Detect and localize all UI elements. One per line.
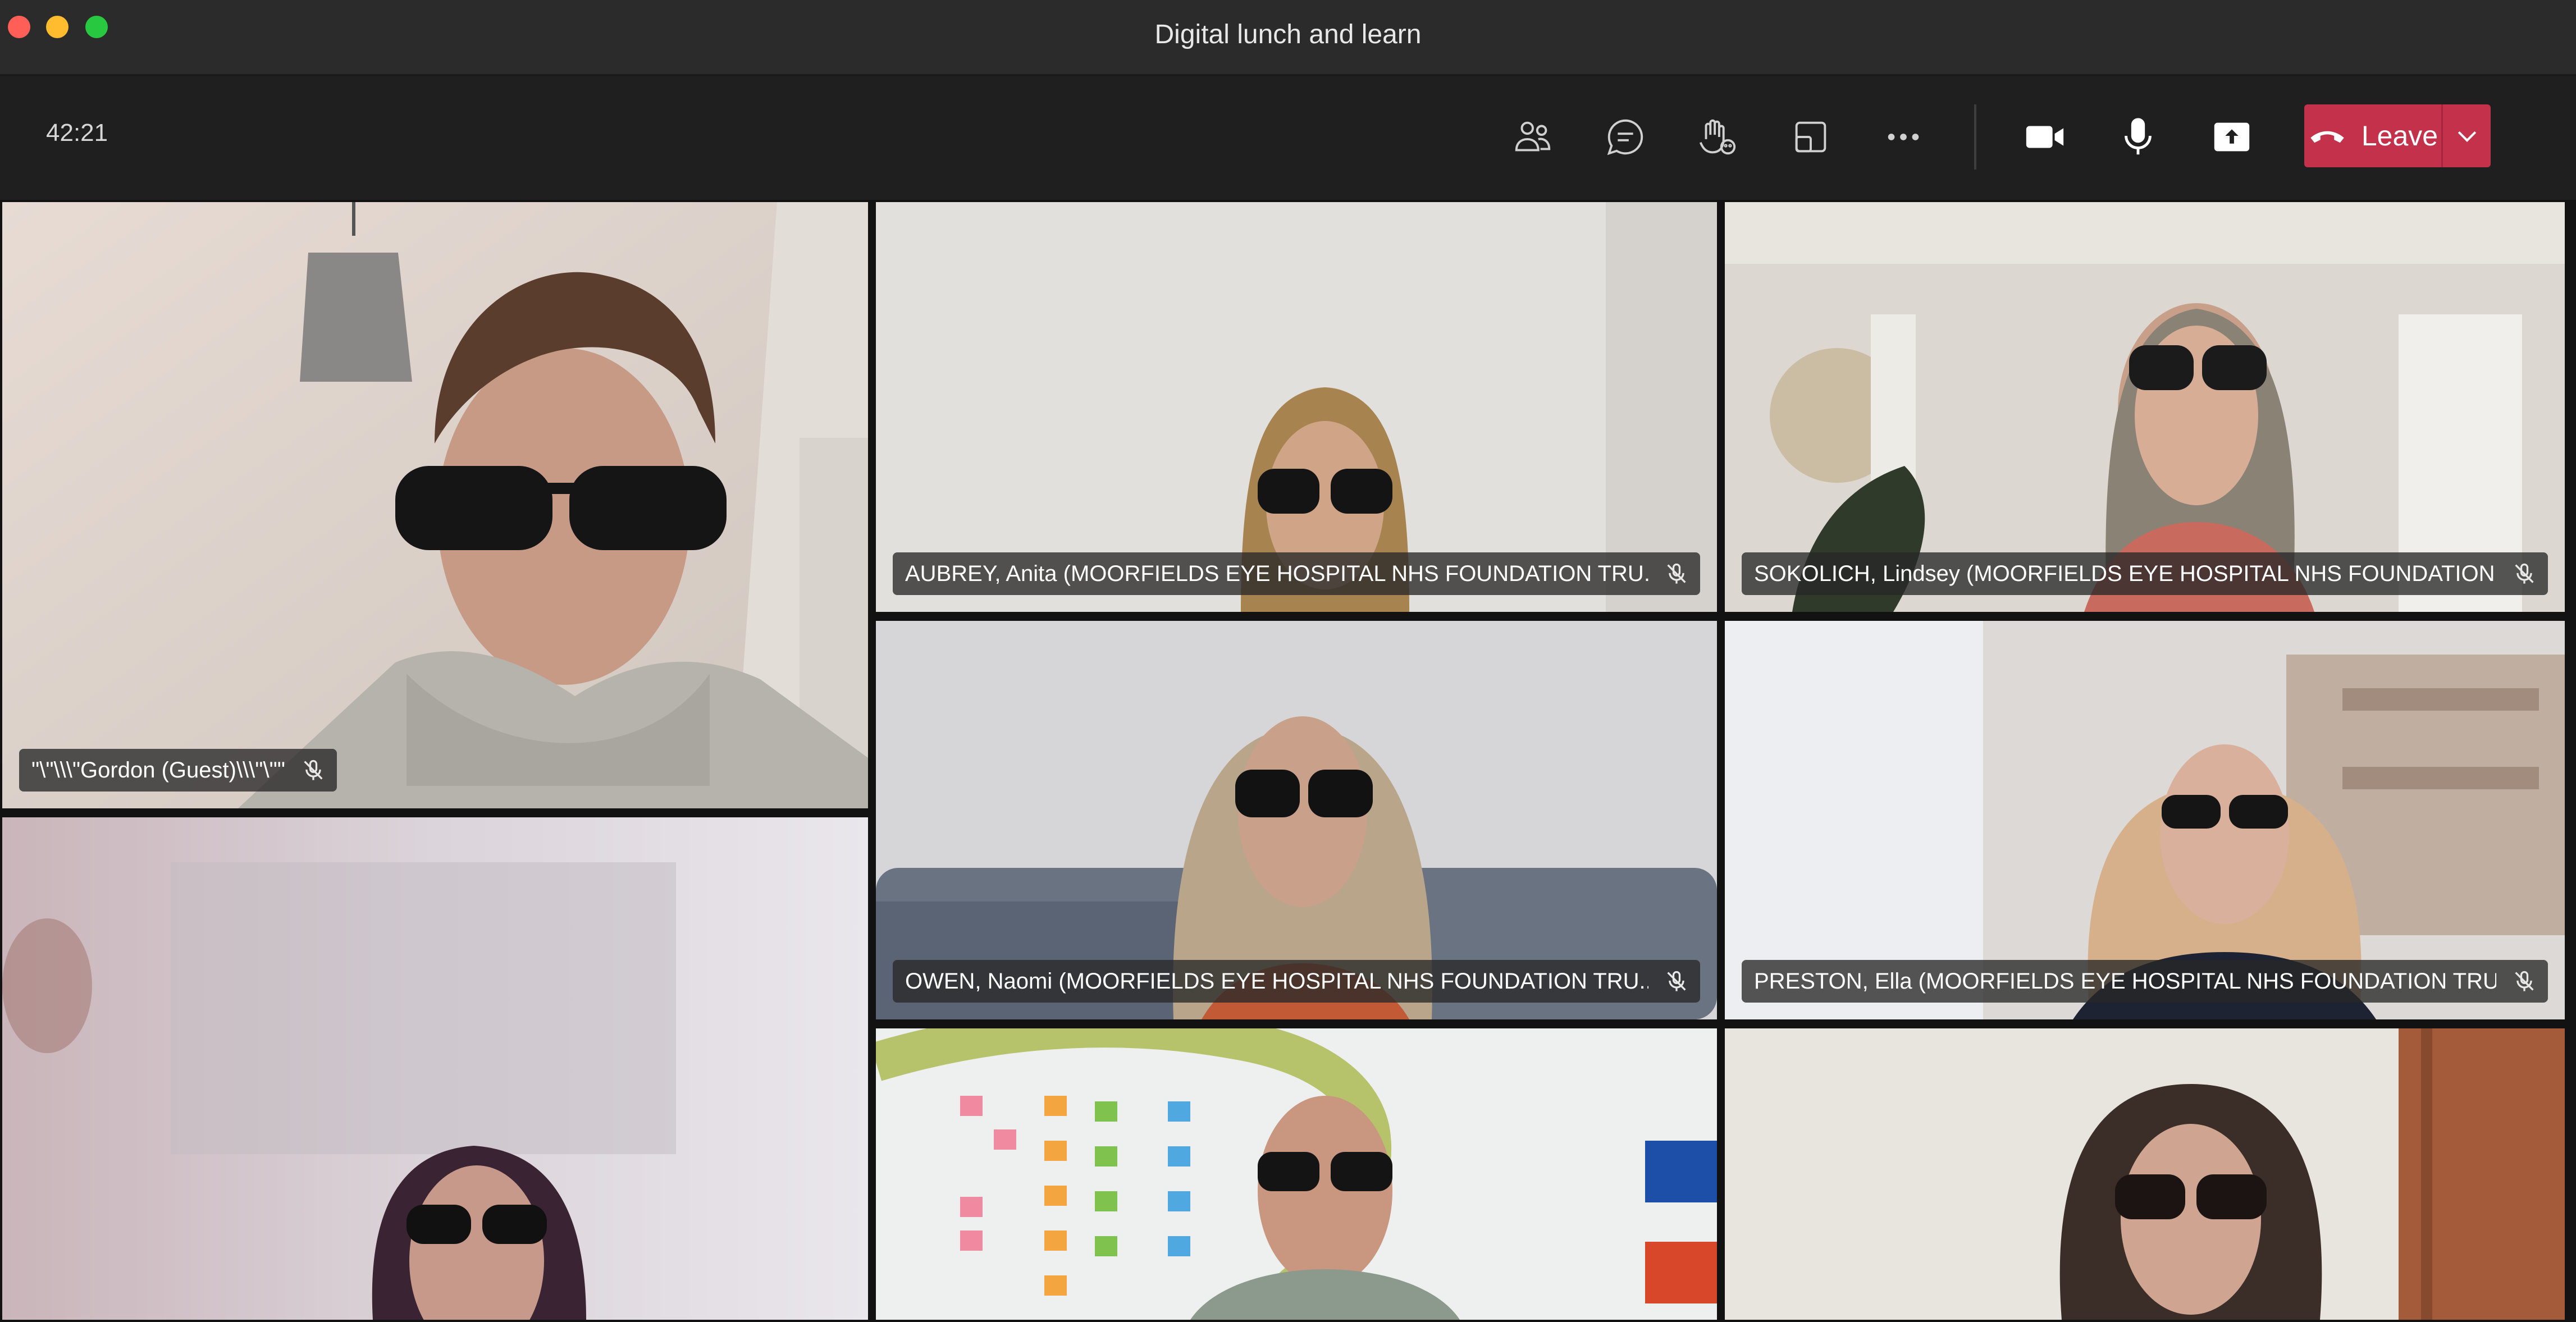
participant-video [2, 817, 868, 1320]
camera-button[interactable] [2017, 109, 2073, 165]
camera-icon [2026, 126, 2064, 148]
mic-muted-icon [2515, 563, 2534, 584]
participant-name-badge: PRESTON, Ella (MOORFIELDS EYE HOSPITAL N… [1742, 960, 2548, 1003]
mic-muted-icon [304, 760, 323, 780]
more-actions-button[interactable] [1875, 109, 1931, 165]
video-tile-unnamed-2[interactable] [876, 1028, 1717, 1320]
meeting-timer: 42:21 [46, 119, 108, 147]
share-button[interactable] [2204, 109, 2260, 165]
mic-muted-icon [1667, 563, 1686, 584]
video-tile-gordon[interactable]: "\"\\\"Gordon (Guest)\\\"\"" [2, 202, 868, 808]
video-tile-preston[interactable]: PRESTON, Ella (MOORFIELDS EYE HOSPITAL N… [1725, 621, 2565, 1019]
participant-video [1725, 1028, 2565, 1320]
participant-name: SOKOLICH, Lindsey (MOORFIELDS EYE HOSPIT… [1754, 561, 2496, 586]
participants-button[interactable] [1505, 109, 1561, 165]
more-icon [1888, 134, 1919, 140]
chat-button[interactable] [1597, 109, 1654, 165]
participant-name: "\"\\\"Gordon (Guest)\\\"\"" [31, 757, 285, 783]
window-title: Digital lunch and learn [1154, 20, 1422, 49]
mic-muted-icon [1667, 971, 1686, 991]
participant-video [2, 202, 868, 808]
participant-video [876, 1028, 1717, 1320]
video-tile-owen[interactable]: OWEN, Naomi (MOORFIELDS EYE HOSPITAL NHS… [876, 621, 1717, 1019]
reactions-button[interactable] [1689, 109, 1745, 165]
title-bar: Digital lunch and learn [0, 0, 2576, 76]
mic-muted-icon [2515, 971, 2534, 991]
participant-name-badge: "\"\\\"Gordon (Guest)\\\"\"" [19, 749, 337, 792]
video-tile-aubrey[interactable]: AUBREY, Anita (MOORFIELDS EYE HOSPITAL N… [876, 202, 1717, 612]
leave-options-button[interactable] [2443, 104, 2491, 167]
toolbar-divider [1974, 104, 1976, 170]
hang-up-icon [2310, 131, 2344, 143]
participant-name: PRESTON, Ella (MOORFIELDS EYE HOSPITAL N… [1754, 968, 2496, 994]
participant-name: AUBREY, Anita (MOORFIELDS EYE HOSPITAL N… [905, 561, 1648, 586]
microphone-icon [2125, 118, 2152, 155]
chevron-down-icon [2458, 131, 2476, 142]
breakout-rooms-button[interactable] [1783, 109, 1839, 165]
chat-icon [1607, 119, 1643, 155]
leave-button[interactable]: Leave [2304, 104, 2441, 167]
participant-video [1725, 202, 2565, 612]
participant-name-badge: OWEN, Naomi (MOORFIELDS EYE HOSPITAL NHS… [893, 960, 1700, 1003]
breakout-rooms-icon [1795, 121, 1826, 153]
teams-meeting-window: Digital lunch and learn 42:21 Leave "\"\… [0, 0, 2576, 1322]
video-tile-unnamed-3[interactable] [1725, 1028, 2565, 1320]
participant-name: OWEN, Naomi (MOORFIELDS EYE HOSPITAL NHS… [905, 968, 1648, 994]
share-tray-icon [2214, 122, 2250, 152]
raise-hand-icon [1699, 119, 1736, 155]
video-tile-unnamed-1[interactable] [2, 817, 868, 1320]
participant-name-badge: SOKOLICH, Lindsey (MOORFIELDS EYE HOSPIT… [1742, 552, 2548, 595]
leave-control: Leave [2304, 104, 2491, 167]
leave-label: Leave [2361, 120, 2438, 152]
participant-video [876, 202, 1717, 612]
mic-button[interactable] [2110, 109, 2166, 165]
meeting-toolbar: 42:21 Leave [0, 76, 2576, 200]
video-tile-sokolich[interactable]: SOKOLICH, Lindsey (MOORFIELDS EYE HOSPIT… [1725, 202, 2565, 612]
participant-name-badge: AUBREY, Anita (MOORFIELDS EYE HOSPITAL N… [893, 552, 1700, 595]
people-icon [1515, 121, 1551, 152]
